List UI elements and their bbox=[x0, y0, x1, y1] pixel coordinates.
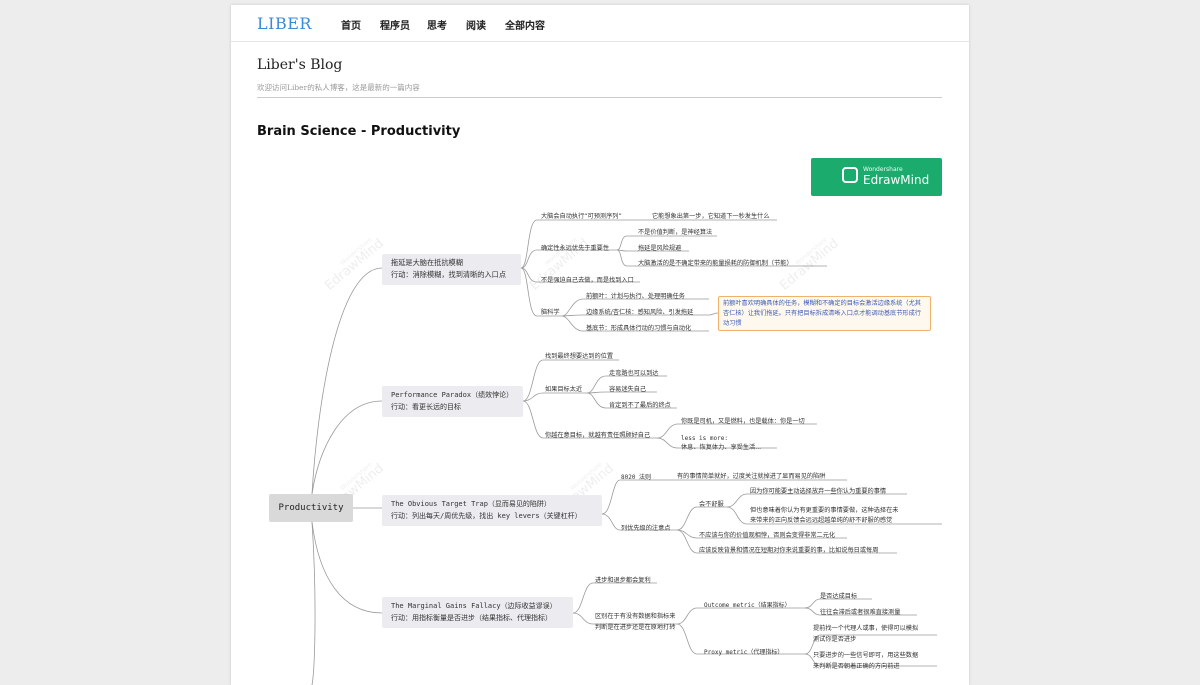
mindmap-label: 它能想象出第一步，它知道下一秒发生什么 bbox=[652, 213, 770, 220]
mindmap-label: 是否达成目标 bbox=[820, 593, 858, 600]
mindmap-label: 往往会滞后或者很难直接测量 bbox=[820, 609, 901, 616]
mindmap-label: 8020 法则 bbox=[621, 474, 652, 481]
nav-link-all-content[interactable]: 全部内容 bbox=[505, 17, 545, 32]
branch-node: The Marginal Gains Fallacy（边际收益谬误） 行动：用指标… bbox=[382, 597, 573, 628]
nav-link-home[interactable]: 首页 bbox=[341, 17, 361, 32]
mindmap-label: less is more: bbox=[681, 435, 728, 442]
post-title: Brain Science - Productivity bbox=[257, 124, 461, 139]
mindmap-label: 找到最终想要达到的位置 bbox=[545, 353, 614, 360]
mindmap-label: 不是强迫自己去做，而是找到入口 bbox=[541, 277, 634, 284]
edrawmind-badge: Wondershare EdrawMind bbox=[811, 158, 942, 196]
mindmap-label: 来判断是否朝着正确的方向前进 bbox=[813, 663, 900, 670]
mindmap-label: 你越在意目标，就越有责任照顾好自己 bbox=[545, 432, 651, 439]
edrawmind-name: EdrawMind bbox=[863, 173, 930, 187]
header-divider bbox=[257, 97, 942, 98]
mindmap-image: Wondershare EdrawMind Wondershare EdrawMi… bbox=[257, 158, 942, 685]
mindmap-label: 因为你可能要主动选择放弃一些你认为重要的事情 bbox=[750, 488, 887, 495]
mindmap-label: 容易迷失自己 bbox=[609, 386, 647, 393]
mindmap-label: 大脑会自动执行“可预测序列” bbox=[541, 213, 622, 220]
edrawmind-logo-icon bbox=[842, 167, 858, 183]
mindmap-label: 只要进步的一些信号即可，用这些数据 bbox=[813, 652, 919, 659]
mindmap-label: 提前找一个代理人或事，使得可以模拟 bbox=[813, 625, 919, 632]
mindmap-label: 区别在于有没有数据和指标来 bbox=[595, 613, 676, 620]
mindmap-label: 会不舒服 bbox=[699, 501, 724, 508]
branch-node: Performance Paradox（绩效悖论） 行动：看更长远的目标 bbox=[382, 386, 523, 417]
nav-link-programmer[interactable]: 程序员 bbox=[380, 17, 410, 32]
mindmap-label: 应该反映背景和情况在短期对你来说重要的事，比如说每日或每周 bbox=[699, 547, 879, 554]
blog-subtitle: 欢迎访问Liber的私人博客，这是最新的一篇内容 bbox=[257, 83, 420, 92]
nav-link-thinking[interactable]: 思考 bbox=[427, 17, 447, 32]
mindmap-label: 列优先级的注意点 bbox=[621, 525, 671, 532]
mindmap-label: 大脑激活的是不确定带来的能量损耗的防御机制（节能） bbox=[638, 260, 793, 267]
nav-link-reading[interactable]: 阅读 bbox=[466, 17, 486, 32]
branch-node: 拖延是大脑在抵抗模糊 行动：消除模糊，找到清晰的入口点 bbox=[382, 254, 521, 285]
edrawmind-vendor: Wondershare bbox=[863, 166, 903, 173]
mindmap-label: Outcome metric（结果指标） bbox=[704, 602, 791, 609]
mindmap-label: 进步和退步都会复利 bbox=[595, 577, 651, 584]
mindmap-connectors bbox=[311, 219, 942, 685]
mindmap-label: 如果目标太近 bbox=[545, 386, 583, 393]
mindmap-label: 不应该与你的价值观相悖，否则会变得非常二元化 bbox=[699, 532, 836, 539]
mindmap-label: 判断是在进步还是在原地打转 bbox=[595, 624, 676, 631]
navbar: LIBER 首页 程序员 思考 阅读 全部内容 bbox=[231, 5, 969, 42]
mindmap-root-node: Productivity bbox=[269, 494, 353, 522]
mindmap-label: 走弯路也可以到达 bbox=[609, 370, 659, 377]
mindmap-label: 肯定到不了最后的终点 bbox=[609, 402, 671, 409]
mindmap-label: 但也意味着你认为有更重要的事情要做，这种选择在未 bbox=[750, 507, 899, 514]
mindmap-label: 脑科学 bbox=[541, 309, 560, 316]
blog-title: Liber's Blog bbox=[257, 57, 343, 73]
mindmap-label: 边缘系统/杏仁核：感知风险、引发拖延 bbox=[586, 309, 694, 316]
mindmap-label: 确定性永远优先于重要性 bbox=[541, 245, 610, 252]
blog-page: LIBER 首页 程序员 思考 阅读 全部内容 Liber's Blog 欢迎访… bbox=[231, 5, 969, 685]
mindmap-label: 来带来的正向反馈会远远超越单纯的舒不舒服的感觉 bbox=[750, 517, 893, 524]
mindmap-label: 基底节：形成具体行动的习惯与自动化 bbox=[586, 325, 692, 332]
mindmap-label: 休息、恢复体力、享受生活... bbox=[681, 444, 762, 451]
mindmap-label: 前额叶：计划与执行、处理明确任务 bbox=[586, 293, 685, 300]
mindmap-label: 拖延是风险规避 bbox=[638, 245, 682, 252]
mindmap-label: 你既是司机，又是燃料，也是载体：你是一切 bbox=[681, 418, 805, 425]
mindmap-note: 前额叶喜欢明确具体的任务，模糊和不确定的目标会激活边缘系统（尤其杏仁核）让我们拖… bbox=[718, 296, 931, 331]
mindmap-label: Proxy metric（代理指标） bbox=[704, 649, 784, 656]
mindmap-label: 测试你是否进步 bbox=[813, 636, 857, 643]
mindmap-label: 有的事情简单就好，过度关注就掉进了显而易见的陷阱 bbox=[677, 473, 826, 480]
branch-node: The Obvious Target Trap（显而易见的陷阱） 行动：列出每天/… bbox=[382, 495, 602, 526]
site-logo[interactable]: LIBER bbox=[257, 14, 312, 33]
mindmap-label: 不是价值判断，是神经算法 bbox=[638, 229, 713, 236]
